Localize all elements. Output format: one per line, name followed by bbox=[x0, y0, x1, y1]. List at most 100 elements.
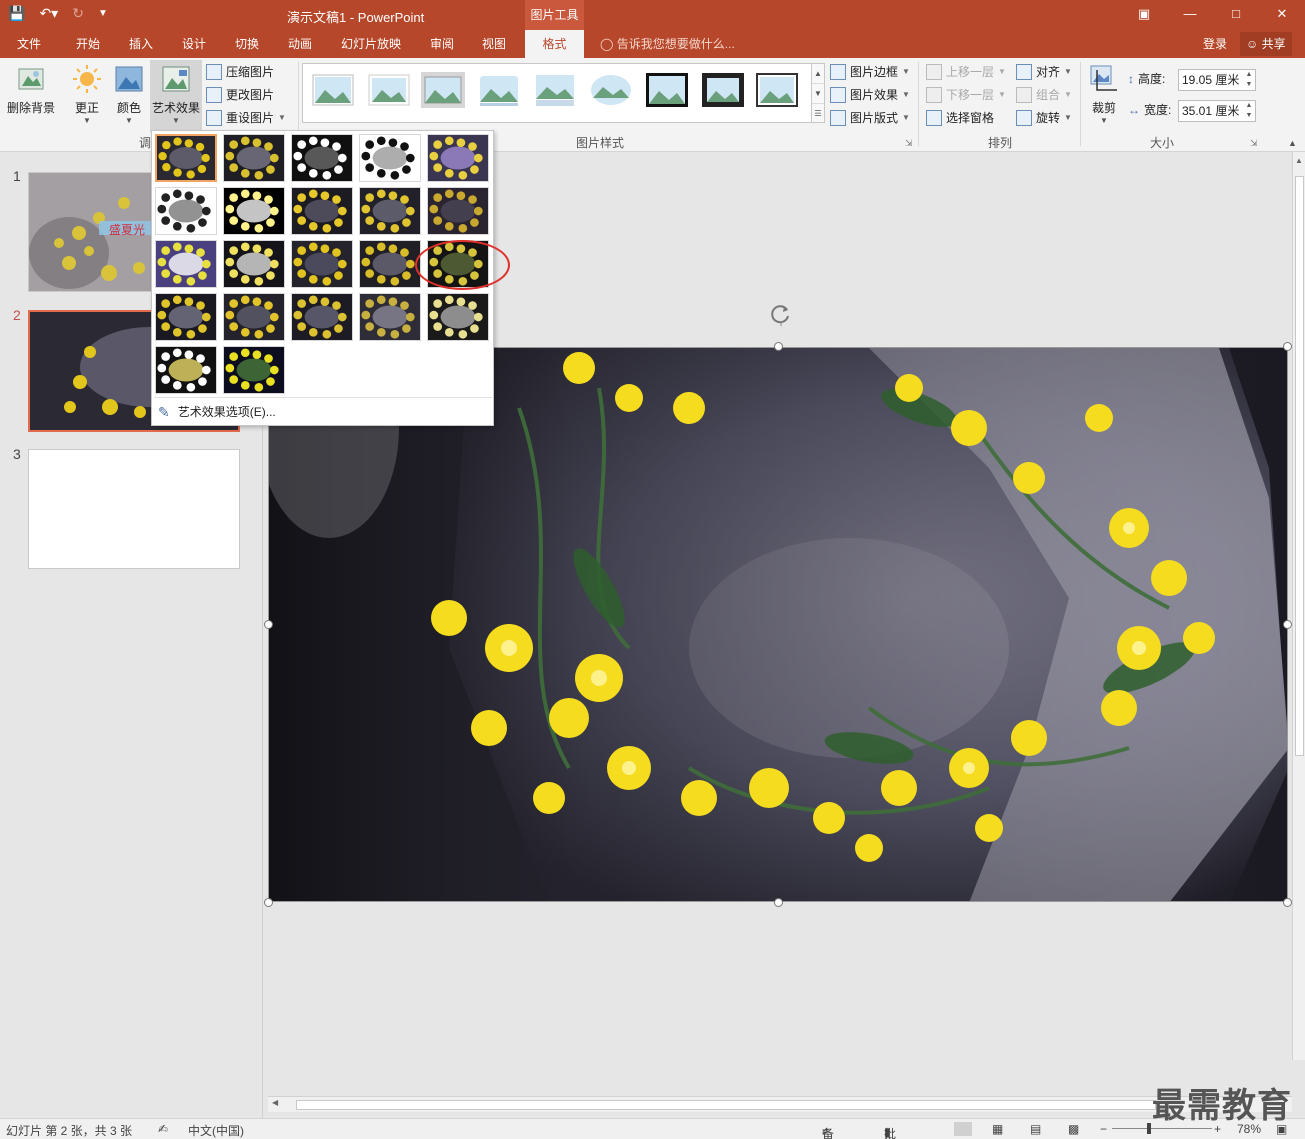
rotate-handle[interactable] bbox=[769, 302, 793, 346]
artistic-effect-16[interactable] bbox=[155, 293, 217, 341]
scroll-up-icon[interactable]: ▲ bbox=[1293, 156, 1305, 165]
resize-handle-left[interactable] bbox=[264, 620, 273, 629]
save-icon[interactable]: 💾 bbox=[8, 5, 25, 22]
resize-handle-right[interactable] bbox=[1283, 620, 1292, 629]
bring-forward-button[interactable]: 上移一层 ▼ bbox=[926, 61, 1006, 83]
artistic-effect-11[interactable] bbox=[155, 240, 217, 288]
artistic-effect-20[interactable] bbox=[427, 293, 489, 341]
tab-home[interactable]: 开始 bbox=[66, 30, 110, 58]
height-input[interactable]: 19.05 厘米 ▲ ▼ bbox=[1178, 69, 1256, 91]
tab-format[interactable]: 格式 bbox=[525, 30, 584, 58]
change-picture-button[interactable]: 更改图片 bbox=[206, 84, 274, 106]
normal-view-icon[interactable] bbox=[954, 1122, 972, 1136]
minimize-icon[interactable]: — bbox=[1167, 0, 1213, 30]
picture-style-3[interactable] bbox=[421, 72, 465, 108]
artistic-effect-13[interactable] bbox=[291, 240, 353, 288]
artistic-effect-7[interactable] bbox=[223, 187, 285, 235]
tab-review[interactable]: 审阅 bbox=[420, 30, 464, 58]
language-indicator[interactable]: 中文(中国) bbox=[188, 1122, 244, 1139]
picture-style-2[interactable] bbox=[367, 72, 411, 108]
undo-icon[interactable]: ↶▾ bbox=[39, 5, 58, 22]
artistic-effect-19[interactable] bbox=[359, 293, 421, 341]
picture-style-9[interactable] bbox=[755, 72, 799, 108]
redo-icon[interactable]: ↻ bbox=[72, 5, 84, 22]
ribbon-display-icon[interactable]: ▣ bbox=[1121, 0, 1167, 30]
remove-background-button[interactable]: 删除背景 bbox=[4, 64, 58, 116]
size-dialog-launcher-icon[interactable]: ⇲ bbox=[1250, 138, 1258, 149]
spellcheck-icon[interactable]: ✍ bbox=[158, 1122, 168, 1136]
picture-style-4[interactable] bbox=[477, 72, 521, 108]
artistic-effect-22[interactable] bbox=[223, 346, 285, 394]
corrections-button[interactable]: 更正 ▼ bbox=[70, 64, 104, 125]
collapse-ribbon-icon[interactable]: ▲ bbox=[1288, 138, 1297, 148]
gallery-up-icon[interactable]: ▲ bbox=[812, 64, 824, 84]
horizontal-scroll-thumb[interactable] bbox=[296, 1100, 1156, 1110]
artistic-effect-6[interactable] bbox=[155, 187, 217, 235]
tab-view[interactable]: 视图 bbox=[472, 30, 516, 58]
artistic-effect-14[interactable] bbox=[359, 240, 421, 288]
gallery-more-icon[interactable]: ☰ bbox=[812, 104, 824, 124]
width-spinner[interactable]: ▲ ▼ bbox=[1243, 101, 1255, 121]
resize-handle-top[interactable] bbox=[774, 342, 783, 351]
zoom-out-icon[interactable]: − bbox=[1100, 1122, 1107, 1136]
tab-design[interactable]: 设计 bbox=[172, 30, 216, 58]
gallery-down-icon[interactable]: ▼ bbox=[812, 84, 824, 104]
tell-me-search[interactable]: ◯ 告诉我您想要做什么... bbox=[600, 30, 735, 58]
slide-thumbnail-3[interactable] bbox=[28, 449, 240, 569]
artistic-effect-3[interactable] bbox=[291, 134, 353, 182]
resize-handle-bottom[interactable] bbox=[774, 898, 783, 907]
picture-style-8[interactable] bbox=[701, 72, 745, 108]
artistic-effect-8[interactable] bbox=[291, 187, 353, 235]
reading-view-icon[interactable]: ▤ bbox=[1030, 1122, 1041, 1136]
share-button[interactable]: ☺ 共享 bbox=[1240, 32, 1292, 56]
selection-pane-button[interactable]: 选择窗格 bbox=[926, 107, 994, 129]
picture-style-1[interactable] bbox=[311, 72, 355, 108]
login-link[interactable]: 登录 bbox=[1203, 30, 1227, 58]
tab-animations[interactable]: 动画 bbox=[278, 30, 322, 58]
selected-picture[interactable] bbox=[268, 347, 1288, 902]
artistic-effect-5[interactable] bbox=[427, 134, 489, 182]
maximize-icon[interactable]: □ bbox=[1213, 0, 1259, 30]
artistic-effect-18[interactable] bbox=[291, 293, 353, 341]
tab-insert[interactable]: 插入 bbox=[119, 30, 163, 58]
tab-slideshow[interactable]: 幻灯片放映 bbox=[334, 30, 408, 58]
tab-transitions[interactable]: 切换 bbox=[225, 30, 269, 58]
artistic-effect-17[interactable] bbox=[223, 293, 285, 341]
artistic-effect-1[interactable] bbox=[155, 134, 217, 182]
group-button[interactable]: 组合 ▼ bbox=[1016, 84, 1072, 106]
picture-style-6[interactable] bbox=[589, 72, 633, 108]
artistic-effect-9[interactable] bbox=[359, 187, 421, 235]
picture-border-button[interactable]: 图片边框 ▼ bbox=[830, 61, 910, 83]
slideshow-view-icon[interactable]: ▩ bbox=[1068, 1122, 1079, 1136]
crop-button[interactable]: 裁剪 ▼ bbox=[1086, 64, 1122, 125]
tab-file[interactable]: 文件 bbox=[8, 30, 50, 58]
artistic-effect-12[interactable] bbox=[223, 240, 285, 288]
picture-layout-button[interactable]: 图片版式 ▼ bbox=[830, 107, 910, 129]
styles-dialog-launcher-icon[interactable]: ⇲ bbox=[905, 138, 913, 149]
picture-effects-button[interactable]: 图片效果 ▼ bbox=[830, 84, 910, 106]
width-input[interactable]: 35.01 厘米 ▲ ▼ bbox=[1178, 100, 1256, 122]
artistic-effects-button[interactable]: 艺术效果 ▼ bbox=[150, 60, 202, 132]
picture-style-7[interactable] bbox=[645, 72, 689, 108]
artistic-effect-10[interactable] bbox=[427, 187, 489, 235]
compress-pictures-button[interactable]: 压缩图片 bbox=[206, 61, 274, 83]
scroll-left-icon[interactable]: ◀ bbox=[272, 1098, 278, 1107]
zoom-slider-track[interactable] bbox=[1112, 1128, 1212, 1129]
zoom-slider-thumb[interactable] bbox=[1147, 1123, 1151, 1134]
vertical-scrollbar[interactable]: ▲ bbox=[1292, 152, 1305, 1060]
vertical-scroll-thumb[interactable] bbox=[1295, 176, 1304, 756]
picture-style-5[interactable] bbox=[533, 72, 577, 108]
slide-sorter-icon[interactable]: ▦ bbox=[992, 1122, 1003, 1136]
rotate-button[interactable]: 旋转 ▼ bbox=[1016, 107, 1072, 129]
resize-handle-bottom-left[interactable] bbox=[264, 898, 273, 907]
artistic-effects-options-item[interactable]: ✎ 艺术效果选项(E)... bbox=[156, 401, 276, 423]
resize-handle-bottom-right[interactable] bbox=[1283, 898, 1292, 907]
artistic-effect-4[interactable] bbox=[359, 134, 421, 182]
align-button[interactable]: 对齐 ▼ bbox=[1016, 61, 1072, 83]
send-backward-button[interactable]: 下移一层 ▼ bbox=[926, 84, 1006, 106]
artistic-effect-21[interactable] bbox=[155, 346, 217, 394]
height-spinner[interactable]: ▲ ▼ bbox=[1243, 70, 1255, 90]
close-icon[interactable]: ✕ bbox=[1259, 0, 1305, 30]
reset-picture-button[interactable]: 重设图片 ▼ bbox=[206, 107, 286, 129]
customize-qat-icon[interactable]: ▼ bbox=[98, 8, 108, 19]
